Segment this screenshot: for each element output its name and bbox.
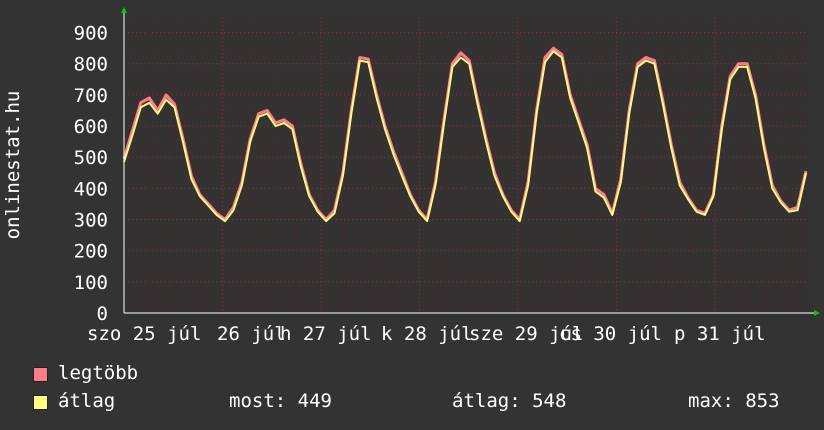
x-tick-label: cs 30 júl xyxy=(559,323,662,345)
x-tick-label: 26 júl xyxy=(217,323,286,345)
x-tick-label: szo 25 júl xyxy=(87,323,201,345)
stat-now: most: 449 xyxy=(229,390,332,412)
series-line-max xyxy=(122,46,808,221)
x-tick-label: p 31 júl xyxy=(674,323,766,345)
y-axis-arrow xyxy=(121,7,127,13)
stat-average: átlag: 548 xyxy=(452,390,567,412)
y-tick-label: 700 xyxy=(74,85,108,107)
legend-swatch-max xyxy=(33,367,48,382)
legend-swatch-avg xyxy=(33,395,48,410)
y-axis-title: onlinestat.hu xyxy=(2,91,24,240)
stat-max: max: 853 xyxy=(688,390,780,412)
chart: 0 100 200 300 400 500 600 700 800 900 onlinestat.h… xyxy=(2,7,820,345)
series-line-avg xyxy=(123,50,807,223)
legend-label-max: legtöbb xyxy=(58,362,139,384)
y-tick-label: 400 xyxy=(74,178,108,200)
y-tick-label: 500 xyxy=(74,147,108,169)
y-tick-label: 800 xyxy=(74,54,108,76)
y-tick-label: 300 xyxy=(74,210,108,232)
y-tick-label: 200 xyxy=(74,241,108,263)
x-axis-arrow xyxy=(814,310,820,316)
y-tick-label: 0 xyxy=(97,303,108,325)
x-tick-label: h 27 júl xyxy=(280,323,372,345)
legend-label-avg: átlag xyxy=(58,390,116,412)
y-tick-label: 900 xyxy=(74,23,108,45)
y-tick-label: 600 xyxy=(74,116,108,138)
y-tick-label: 100 xyxy=(74,272,108,294)
x-tick-label: k 28 júl xyxy=(381,323,473,345)
